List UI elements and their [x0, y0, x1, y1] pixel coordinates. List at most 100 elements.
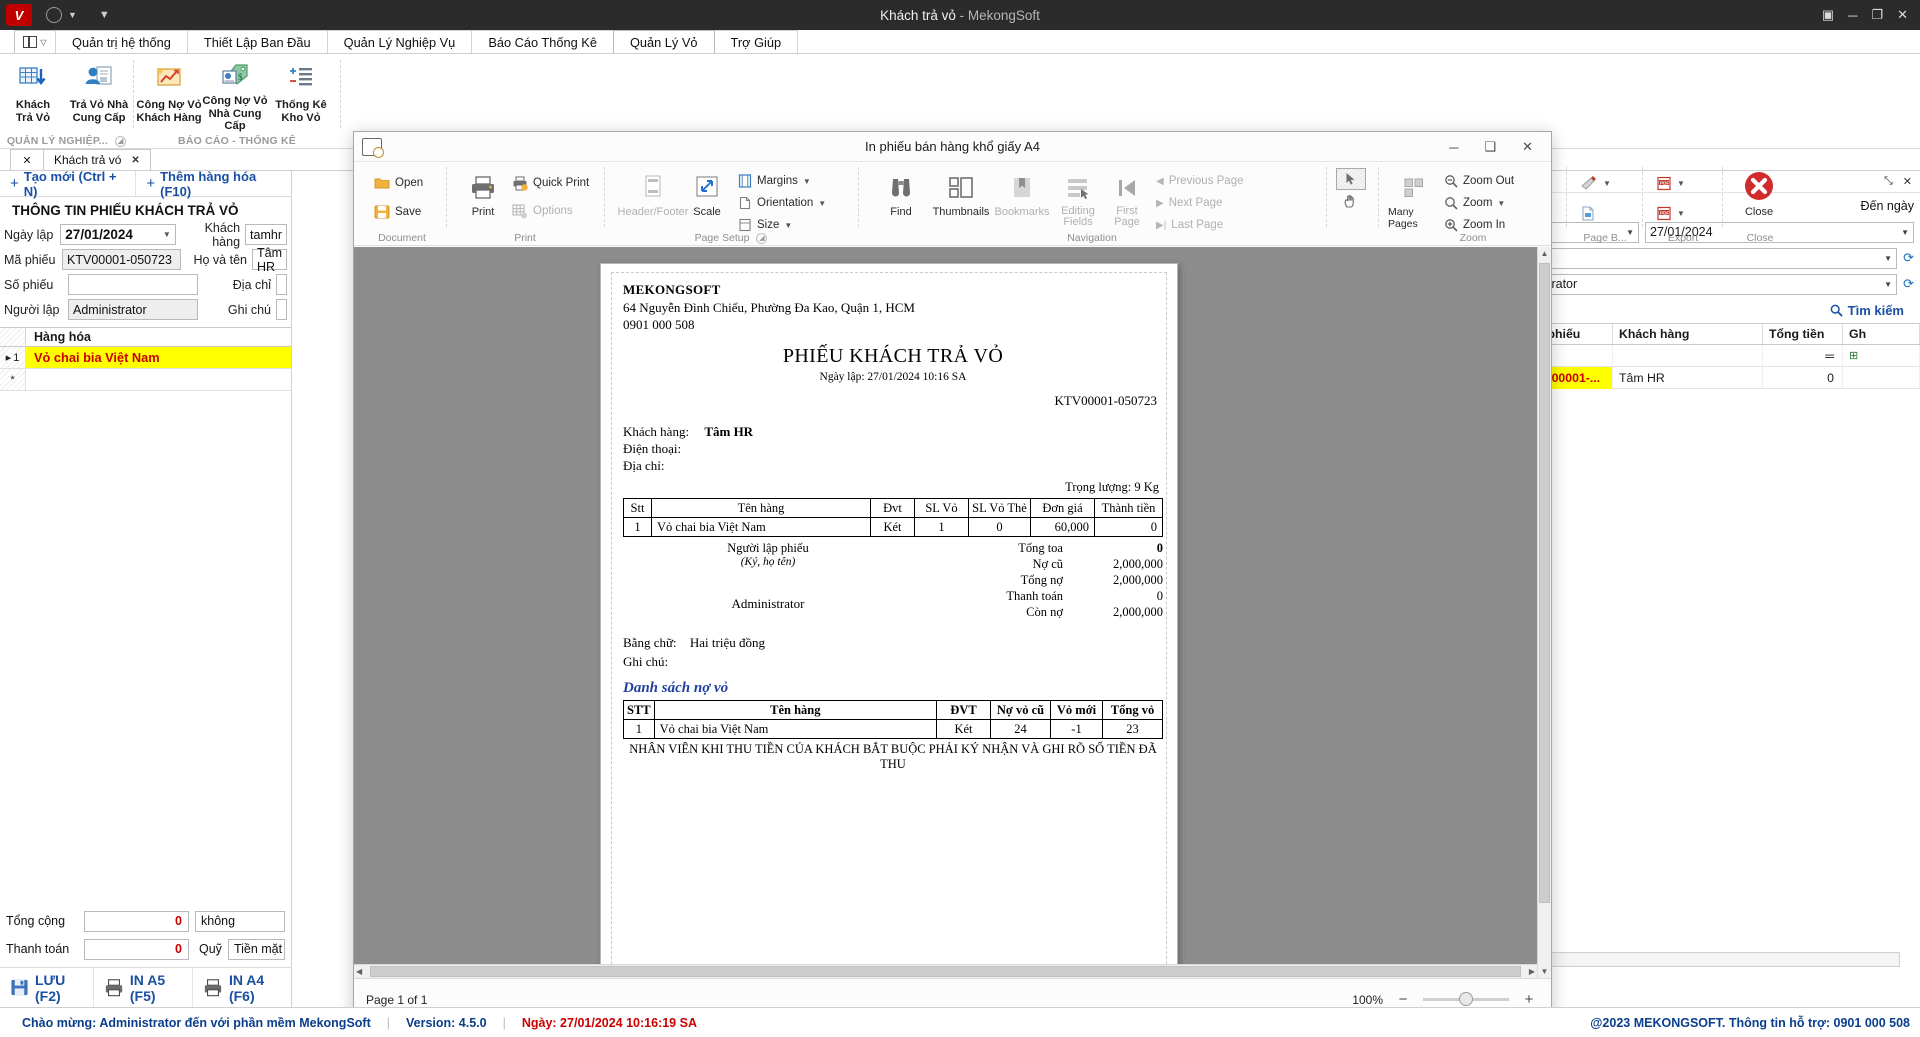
ribbon-tab-tro-giup[interactable]: Trợ Giúp: [713, 30, 799, 53]
ribbon-button-cong-no-vo-khach-hang[interactable]: Công Nợ Vỏ Khách Hàng: [136, 58, 202, 126]
input-dia-chi[interactable]: [276, 274, 287, 295]
chevron-down-icon[interactable]: ▼: [1677, 179, 1685, 188]
chevron-down-icon[interactable]: ▼: [1603, 179, 1611, 188]
send-pdf-button[interactable]: PDF ▼: [1656, 202, 1720, 224]
scroll-left-icon[interactable]: ◀: [356, 967, 362, 976]
cell-hang-hoa-empty[interactable]: [26, 369, 291, 390]
ribbon-options-icon[interactable]: ▼: [99, 9, 110, 21]
chevron-down-icon[interactable]: ▼: [1884, 254, 1892, 263]
ribbon-button-thong-ke-kho-vo[interactable]: Thống Kê Kho Vỏ: [268, 58, 334, 126]
refresh-icon[interactable]: ⟳: [1903, 276, 1914, 292]
preview-vertical-scrollbar[interactable]: ▲ ▼: [1537, 247, 1551, 978]
chevron-down-icon[interactable]: ▼: [1901, 228, 1909, 237]
table-row[interactable]: KTV00001-... Tâm HR 0: [1521, 366, 1920, 389]
maximize-button[interactable]: ❐: [1871, 7, 1883, 23]
pointer-tool-icon[interactable]: [1336, 168, 1366, 190]
filter-input-1[interactable]: ▼: [1527, 247, 1898, 269]
user-filter-input[interactable]: nistrator ▼: [1527, 273, 1898, 295]
ribbon-tab-thiet-lap-ban-dau[interactable]: Thiết Lập Ban Đầu: [186, 30, 328, 53]
find-button[interactable]: Find: [872, 166, 930, 236]
chevron-down-icon[interactable]: ▼: [1884, 280, 1892, 289]
add-product-button[interactable]: + Thêm hàng hóa (F10): [135, 169, 291, 199]
thumbnails-button[interactable]: Thumbnails: [930, 166, 992, 236]
ribbon-tab-quan-tri-he-thong[interactable]: Quản trị hệ thống: [55, 30, 188, 53]
zoom-slider-thumb[interactable]: [1459, 992, 1473, 1006]
ribbon-menu-icon[interactable]: ▽: [14, 30, 56, 53]
vertical-scroll-thumb[interactable]: [1539, 263, 1550, 903]
scale-button[interactable]: Scale: [684, 166, 730, 236]
input-so-phieu[interactable]: [68, 274, 198, 295]
chevron-down-icon[interactable]: ▼: [784, 221, 792, 230]
chevron-down-icon[interactable]: ▼: [1497, 199, 1505, 208]
input-ho-va-ten[interactable]: Tâm HR: [252, 246, 287, 274]
print-button[interactable]: Print: [460, 166, 506, 222]
ribbon-button-cong-no-vo-nha-cung-cap[interactable]: $ Công Nợ Vỏ Nhà Cung Cấp: [202, 58, 268, 132]
chevron-down-icon[interactable]: ▼: [803, 177, 811, 186]
scroll-up-icon[interactable]: ▲: [1538, 247, 1551, 258]
ribbon-tab-quan-ly-vo[interactable]: Quản Lý Vỏ: [612, 30, 715, 53]
save-button[interactable]: Save: [374, 201, 442, 223]
chevron-down-icon[interactable]: ▼: [1677, 209, 1685, 218]
chevron-down-icon[interactable]: ▼: [818, 199, 826, 208]
orientation-button[interactable]: Orientation ▼: [738, 192, 826, 214]
zoom-out-button[interactable]: Zoom Out: [1444, 170, 1514, 192]
ribbon-button-tra-vo-nha-cung-cap[interactable]: Trả Vỏ Nhà Cung Cấp: [66, 58, 132, 126]
date-input-ngay-lap[interactable]: 27/01/2024 ▼: [60, 224, 176, 245]
hand-tool-icon[interactable]: [1336, 194, 1376, 209]
horizontal-scroll-thumb[interactable]: [370, 966, 1521, 977]
close-all-tabs-button[interactable]: ✕: [10, 149, 44, 170]
margins-button[interactable]: Margins ▼: [738, 170, 826, 192]
create-new-button[interactable]: + Tạo mới (Ctrl + N): [0, 169, 135, 199]
zoom-slider[interactable]: [1423, 992, 1509, 1006]
zoom-out-button[interactable]: −: [1395, 991, 1411, 1008]
column-header-khach-hang[interactable]: Khách hàng: [1613, 324, 1763, 344]
watermark-button[interactable]: ▼: [1580, 172, 1640, 194]
value-quy[interactable]: Tiền mặt: [227, 938, 285, 960]
many-pages-button[interactable]: Many Pages: [1388, 166, 1440, 236]
dialog-close-button[interactable]: ✕: [1522, 139, 1533, 155]
results-horizontal-scrollbar[interactable]: [1529, 952, 1900, 967]
preview-horizontal-scrollbar[interactable]: ◀ ▶: [354, 964, 1537, 978]
scroll-down-icon[interactable]: ▼: [1538, 967, 1551, 976]
table-row[interactable]: ▸ 1 Vỏ chai bia Việt Nam: [0, 347, 291, 369]
table-row[interactable]: ═ ⊞: [1521, 344, 1920, 367]
column-header-hang-hoa[interactable]: Hàng hóa: [26, 328, 291, 346]
ribbon-display-options-icon[interactable]: ▣: [1822, 7, 1834, 23]
minimize-button[interactable]: ─: [1848, 8, 1857, 23]
print-a4-button[interactable]: IN A4 (F6): [191, 967, 291, 1008]
zoom-in-button[interactable]: +: [1521, 991, 1537, 1008]
scroll-right-icon[interactable]: ▶: [1529, 967, 1535, 976]
quick-access-circle-icon[interactable]: [46, 7, 62, 23]
zoom-button[interactable]: Zoom ▼: [1444, 192, 1514, 214]
dialog-launcher-icon[interactable]: ◢: [115, 135, 127, 147]
filter-icon[interactable]: ⊞: [1849, 349, 1858, 362]
cell-hang-hoa[interactable]: Vỏ chai bia Việt Nam: [26, 347, 291, 368]
search-button[interactable]: Tìm kiếm: [1830, 303, 1914, 318]
table-row-new[interactable]: *: [0, 369, 291, 391]
document-tab-khach-tra-vo[interactable]: Khách trả vó ✕: [43, 149, 151, 170]
print-a5-button[interactable]: IN A5 (F5): [92, 967, 192, 1008]
close-icon[interactable]: ✕: [1903, 175, 1912, 188]
column-header-ghi-chu[interactable]: Gh: [1843, 324, 1920, 344]
open-button[interactable]: Open: [374, 172, 442, 194]
chevron-down-icon[interactable]: ▼: [159, 230, 171, 239]
ribbon-tab-bao-cao-thong-ke[interactable]: Báo Cáo Thống Kê: [471, 30, 614, 53]
input-ghi-chu[interactable]: [276, 299, 287, 320]
save-button[interactable]: LƯU (F2): [0, 968, 93, 1008]
close-preview-button[interactable]: Close: [1728, 162, 1790, 218]
value-thanh-toan[interactable]: 0: [84, 938, 189, 960]
ribbon-button-khach-tra-vo[interactable]: Khách Trả Vỏ: [0, 58, 66, 126]
dialog-minimize-button[interactable]: ─: [1449, 140, 1458, 155]
dialog-launcher-icon[interactable]: ◢: [756, 232, 768, 244]
column-header-tong-tien[interactable]: Tổng tiền: [1763, 324, 1843, 344]
quick-print-button[interactable]: Quick Print: [512, 172, 589, 194]
export-pdf-button[interactable]: PDF ▼: [1656, 172, 1720, 194]
dialog-maximize-button[interactable]: ❑: [1484, 139, 1496, 155]
input-khach-hang[interactable]: tamhr: [245, 224, 287, 245]
quick-access-chevron-down-icon[interactable]: ▼: [68, 10, 77, 20]
close-button[interactable]: ✕: [1897, 7, 1908, 23]
close-icon[interactable]: ✕: [131, 155, 139, 166]
page-color-button[interactable]: [1580, 202, 1640, 224]
pin-icon[interactable]: ⤡: [1884, 175, 1893, 188]
ribbon-tab-quan-ly-nghiep-vu[interactable]: Quản Lý Nghiệp Vụ: [326, 30, 473, 53]
